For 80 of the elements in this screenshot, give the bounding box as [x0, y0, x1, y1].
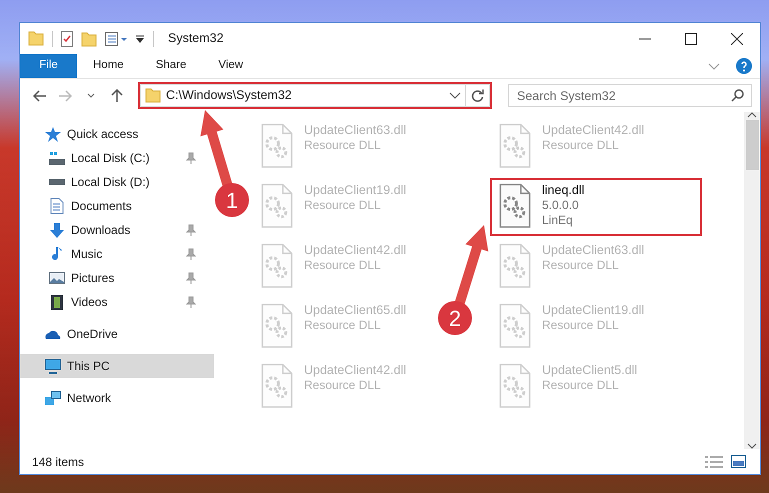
scroll-thumb[interactable] — [746, 120, 758, 170]
nav-item[interactable]: Pictures — [20, 266, 200, 290]
file-detail: Resource DLL — [304, 318, 382, 333]
file-name: UpdateClient65.dll — [304, 303, 406, 318]
nav-item[interactable]: Quick access — [20, 122, 200, 146]
customize-caret-icon[interactable] — [135, 34, 145, 44]
file-name: UpdateClient19.dll — [542, 303, 644, 318]
monitor-icon — [44, 358, 60, 374]
picture-icon — [48, 272, 64, 284]
maximize-icon — [685, 32, 697, 44]
nav-item[interactable]: Music — [20, 242, 200, 266]
film-icon — [50, 294, 62, 310]
star-icon — [44, 126, 60, 142]
cloud-icon — [44, 329, 60, 339]
window-title: System32 — [168, 30, 224, 48]
pin-icon[interactable] — [186, 296, 196, 308]
properties-icon[interactable] — [105, 32, 127, 46]
file-name: UpdateClient19.dll — [304, 183, 406, 198]
file-detail: Resource DLL — [304, 138, 382, 153]
search-icon[interactable] — [731, 89, 744, 102]
file-name: UpdateClient42.dll — [542, 123, 644, 138]
down-arrow-icon — [50, 222, 64, 238]
ribbon-tab[interactable]: View — [202, 54, 260, 78]
minimize-icon — [639, 38, 651, 40]
refresh-button[interactable] — [466, 84, 490, 107]
file-detail: Resource DLL — [304, 378, 382, 393]
details-view-icon[interactable] — [705, 456, 723, 468]
checklist-icon[interactable] — [61, 30, 73, 46]
file-detail: Resource DLL — [542, 318, 620, 333]
file-item[interactable]: lineq.dll 5.0.0.0 LinEq — [490, 178, 702, 236]
close-icon — [731, 32, 743, 44]
pin-icon[interactable] — [186, 248, 196, 260]
file-detail: Resource DLL — [542, 138, 620, 153]
file-name: UpdateClient63.dll — [542, 243, 644, 258]
file-detail: LinEq — [542, 213, 574, 228]
nav-item[interactable]: Local Disk (C:) — [20, 146, 200, 170]
help-icon[interactable] — [736, 58, 752, 74]
folder-icon — [145, 88, 161, 103]
file-name: UpdateClient5.dll — [542, 363, 638, 378]
large-icons-view-icon[interactable] — [731, 455, 746, 468]
music-note-icon — [52, 246, 62, 262]
file-name: lineq.dll — [542, 183, 584, 198]
ribbon-tab[interactable]: Home — [77, 54, 140, 78]
scrollbar[interactable] — [744, 112, 760, 449]
file-name: UpdateClient42.dll — [304, 363, 406, 378]
file-detail: Resource DLL — [542, 378, 620, 393]
scroll-up-icon[interactable] — [747, 112, 757, 118]
drive-icon — [48, 179, 64, 185]
file-detail: Resource DLL — [304, 258, 382, 273]
forward-arrow-icon — [58, 90, 72, 102]
nav-item[interactable]: Network — [20, 386, 200, 410]
file-detail: 5.0.0.0 — [542, 198, 580, 213]
up-arrow-icon — [111, 89, 123, 102]
address-field[interactable]: C:\Windows\System32 — [140, 84, 466, 107]
dropdown-caret-icon[interactable] — [449, 92, 461, 99]
back-arrow-icon — [32, 90, 46, 102]
document-icon — [50, 198, 64, 214]
nav-item[interactable]: This PC — [20, 354, 214, 378]
pin-icon[interactable] — [186, 152, 196, 164]
pin-icon[interactable] — [186, 272, 196, 284]
file-name: UpdateClient63.dll — [304, 123, 406, 138]
expand-ribbon-icon[interactable] — [708, 62, 720, 70]
network-icon — [44, 391, 60, 405]
refresh-icon — [471, 89, 484, 102]
caret-icon — [87, 93, 95, 98]
nav-item[interactable]: Downloads — [20, 218, 200, 242]
pin-icon[interactable] — [186, 224, 196, 236]
nav-item[interactable]: Documents — [20, 194, 200, 218]
nav-item[interactable]: Videos — [20, 290, 200, 314]
item-count: 148 items — [32, 454, 86, 470]
drive-icon — [48, 152, 64, 164]
scroll-down-icon[interactable] — [747, 443, 757, 449]
file-name: UpdateClient42.dll — [304, 243, 406, 258]
nav-item[interactable]: OneDrive — [20, 322, 200, 346]
search-field[interactable]: Search System32 — [508, 84, 752, 107]
file-detail: Resource DLL — [542, 258, 620, 273]
file-detail: Resource DLL — [304, 198, 382, 213]
ribbon-tab[interactable]: Share — [140, 54, 202, 78]
nav-item[interactable]: Local Disk (D:) — [20, 170, 200, 194]
file-menu-tab[interactable]: File — [20, 54, 77, 78]
